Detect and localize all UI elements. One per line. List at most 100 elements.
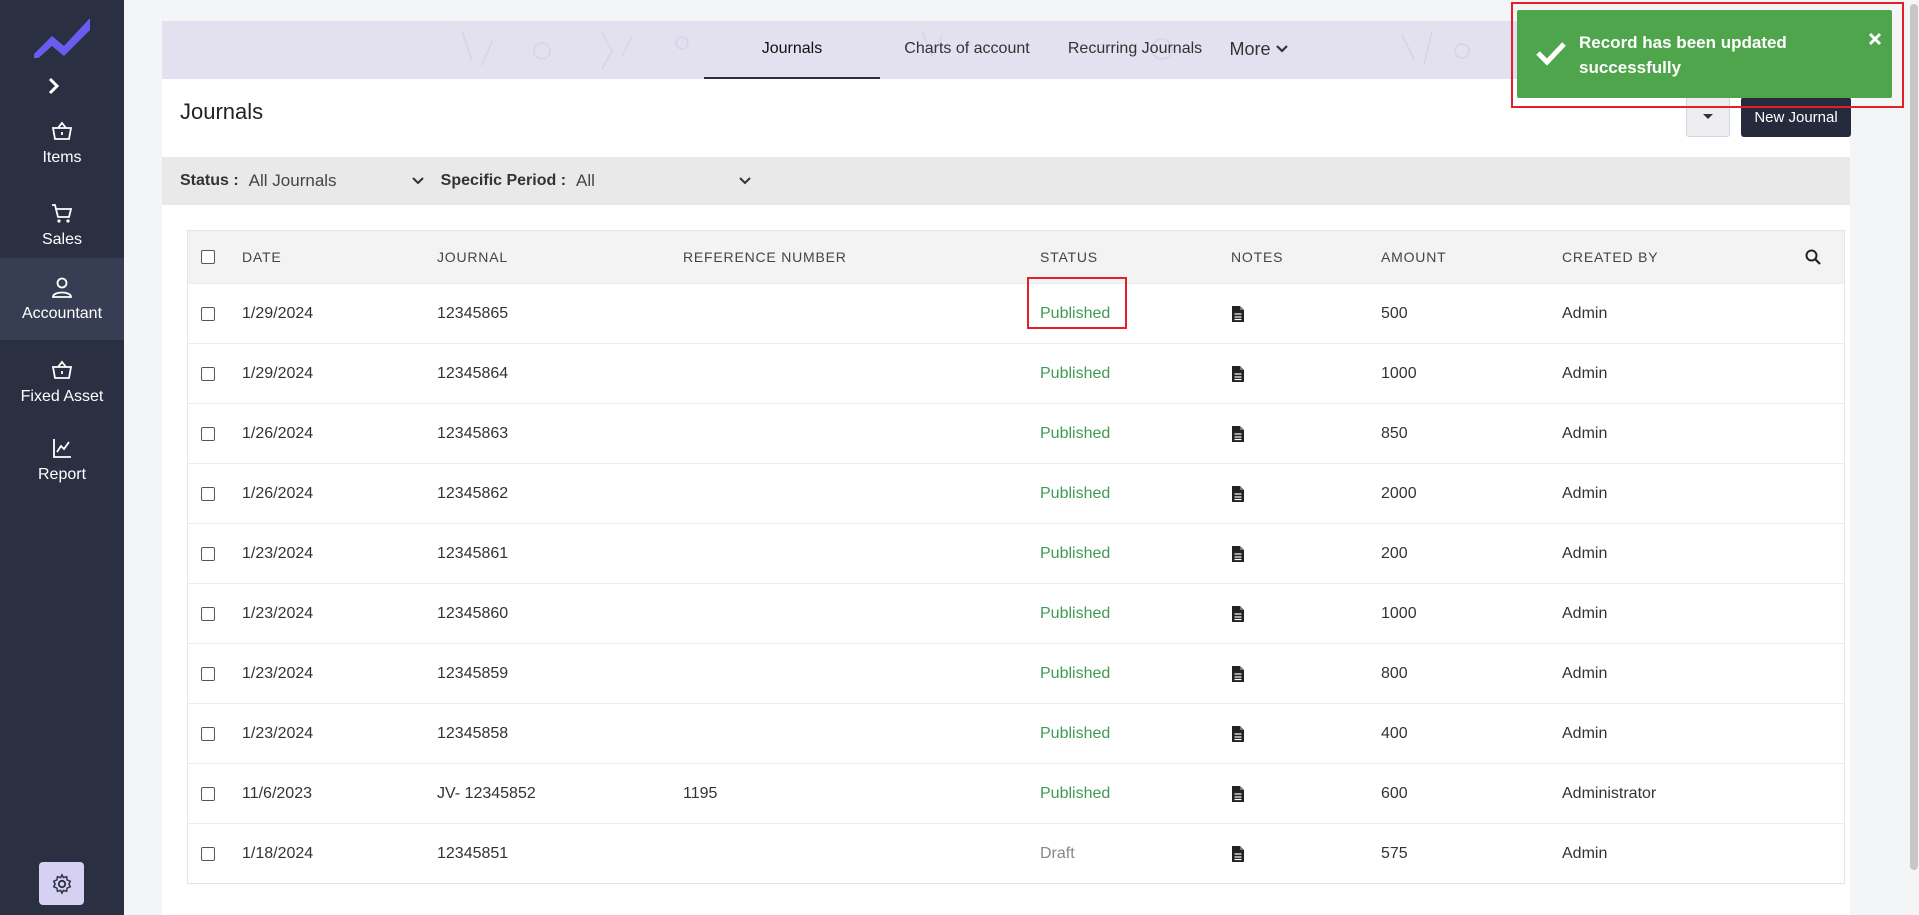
table-header: DATE JOURNAL REFERENCE NUMBER STATUS NOT… [188,231,1844,283]
document-icon [1232,665,1244,682]
notes-cell[interactable] [1231,284,1245,343]
document-icon [1232,305,1244,322]
row-checkbox[interactable] [201,524,215,583]
sidebar-item-accountant[interactable]: Accountant [0,258,124,340]
row-checkbox[interactable] [201,824,215,883]
tab-charts-of-account[interactable]: Charts of account [892,21,1042,77]
date-cell: 1/29/2024 [242,304,314,322]
sidebar-item-items[interactable]: Items [0,103,124,183]
period-filter-label: Specific Period : [440,172,567,189]
row-checkbox[interactable] [201,644,215,703]
column-header-notes[interactable]: NOTES [1231,231,1283,283]
chevron-down-icon [1275,45,1288,53]
created-by-cell: Administrator [1562,784,1657,802]
sidebar-item-fixed-asset[interactable]: Fixed Asset [0,342,124,422]
row-checkbox[interactable] [201,764,215,823]
tab-recurring-journals[interactable]: Recurring Journals [1060,21,1210,77]
search-icon [1805,249,1821,265]
notes-cell[interactable] [1231,464,1245,523]
user-icon [52,277,72,298]
journal-cell: 12345859 [437,664,509,682]
reference-cell: 1195 [683,784,718,802]
table-row[interactable]: 1/23/2024 12345861 Published 200 Admin [188,523,1844,583]
table-row[interactable]: 1/29/2024 12345864 Published 1000 Admin [188,343,1844,403]
row-checkbox[interactable] [201,284,215,343]
table-search-button[interactable] [1805,231,1821,283]
notes-cell[interactable] [1231,584,1245,643]
row-checkbox[interactable] [201,404,215,463]
status-cell: Published [1040,544,1111,562]
close-icon[interactable] [1868,32,1882,46]
journal-cell: 12345864 [437,364,509,382]
table-row[interactable]: 1/23/2024 12345859 Published 800 Admin [188,643,1844,703]
period-filter-select[interactable]: All [576,171,752,191]
checkmark-icon [1536,42,1566,66]
column-header-date[interactable]: DATE [242,231,282,283]
table-row[interactable]: 1/23/2024 12345858 Published 400 Admin [188,703,1844,763]
table-row[interactable]: 1/26/2024 12345863 Published 850 Admin [188,403,1844,463]
notes-cell[interactable] [1231,344,1245,403]
notes-cell[interactable] [1231,824,1245,883]
row-checkbox[interactable] [201,704,215,763]
column-header-amount[interactable]: AMOUNT [1381,231,1446,283]
status-filter-value: All Journals [248,171,337,190]
amount-cell: 850 [1381,424,1408,442]
document-icon [1232,785,1244,802]
tab-journals[interactable]: Journals [704,21,880,79]
document-icon [1232,605,1244,622]
status-filter-select[interactable]: All Journals [249,171,425,191]
row-checkbox[interactable] [201,344,215,403]
scrollbar-thumb[interactable] [1910,4,1918,870]
notes-cell[interactable] [1231,644,1245,703]
table-row[interactable]: 1/23/2024 12345860 Published 1000 Admin [188,583,1844,643]
notes-cell[interactable] [1231,524,1245,583]
table-row[interactable]: 1/26/2024 12345862 Published 2000 Admin [188,463,1844,523]
sidebar: Items Sales Accountant Fixed Asset Repor… [0,0,124,915]
column-header-reference-number[interactable]: REFERENCE NUMBER [683,231,847,283]
amount-cell: 200 [1381,544,1408,562]
journals-table: DATE JOURNAL REFERENCE NUMBER STATUS NOT… [187,230,1845,884]
notes-cell[interactable] [1231,404,1245,463]
journal-cell: 12345862 [437,484,509,502]
notes-cell[interactable] [1231,764,1245,823]
basket-icon [51,360,73,379]
document-icon [1232,725,1244,742]
created-by-cell: Admin [1562,724,1608,742]
column-header-status[interactable]: STATUS [1040,231,1098,283]
date-cell: 11/6/2023 [242,784,312,802]
column-header-created-by[interactable]: CREATED BY [1562,231,1658,283]
table-body: 1/29/2024 12345865 Published 500 Admin 1/29/2… [188,283,1844,883]
notes-cell[interactable] [1231,704,1245,763]
settings-button[interactable] [39,862,84,905]
sidebar-item-sales[interactable]: Sales [0,185,124,265]
table-row[interactable]: 1/18/2024 12345851 Draft 575 Admin [188,823,1844,883]
sidebar-item-label: Fixed Asset [20,388,104,405]
sidebar-item-label: Items [42,149,82,166]
sidebar-item-report[interactable]: Report [0,420,124,500]
table-row[interactable]: 11/6/2023 JV- 12345852 1195 Published 600 Adm… [188,763,1844,823]
journal-cell: 12345860 [437,604,509,622]
chart-icon [53,439,71,458]
date-cell: 1/26/2024 [242,424,314,442]
sidebar-item-label: Sales [41,231,83,248]
select-all-checkbox[interactable] [201,231,215,283]
page-scrollbar[interactable] [1907,0,1919,915]
document-icon [1232,425,1244,442]
tab-more[interactable]: More [1222,21,1296,77]
date-cell: 1/23/2024 [242,604,314,622]
created-by-cell: Admin [1562,664,1608,682]
status-cell: Draft [1040,844,1075,862]
status-filter-label: Status : [180,172,239,189]
date-cell: 1/23/2024 [242,724,314,742]
date-cell: 1/18/2024 [242,844,314,862]
column-header-journal[interactable]: JOURNAL [437,231,508,283]
chevron-right-icon[interactable] [40,74,68,98]
date-cell: 1/26/2024 [242,484,314,502]
sidebar-item-label: Report [37,466,87,483]
row-checkbox[interactable] [201,464,215,523]
table-row[interactable]: 1/29/2024 12345865 Published 500 Admin [188,283,1844,343]
date-cell: 1/23/2024 [242,664,314,682]
journal-cell: 12345851 [437,844,509,862]
row-checkbox[interactable] [201,584,215,643]
logo-icon[interactable] [30,14,94,58]
